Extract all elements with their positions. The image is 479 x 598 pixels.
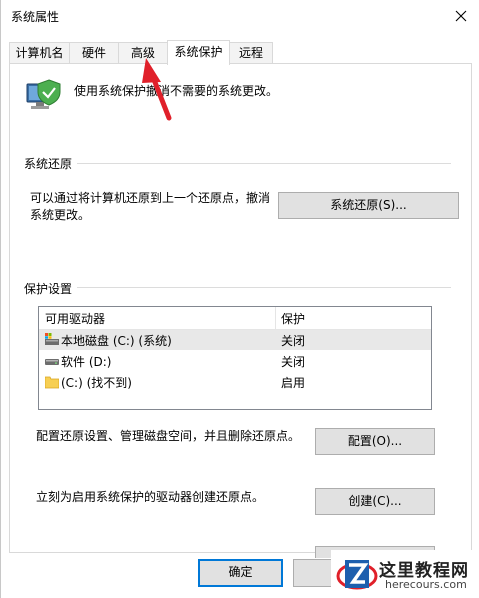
tab-label: 系统保护 xyxy=(174,45,223,59)
watermark-z-icon xyxy=(336,560,378,590)
annotation-arrow-icon xyxy=(142,58,172,121)
system-properties-window: 系统属性 计算机名 硬件 高级 系统保护 远程 使用系统保护撤消不需要的系统更改… xyxy=(0,0,479,598)
tab-system-protection[interactable]: 系统保护 xyxy=(167,40,230,65)
watermark-url: herecours.com xyxy=(385,578,467,591)
watermark-logo: 这里教程网 herecours.com xyxy=(331,550,479,598)
